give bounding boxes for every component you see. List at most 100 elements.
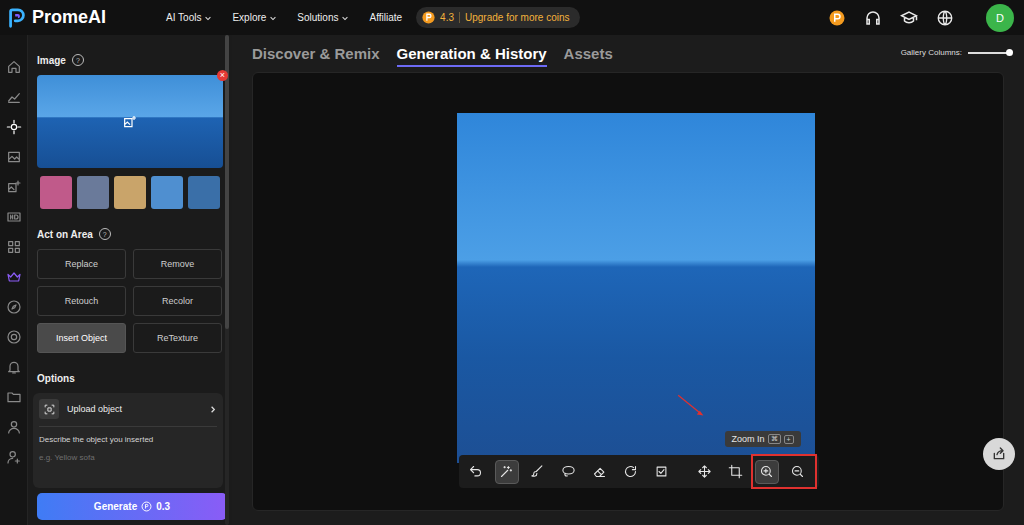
- upgrade-text: Upgrade for more coins: [459, 12, 570, 23]
- toolbar-button[interactable]: [724, 460, 748, 484]
- generate-label: Generate: [94, 501, 137, 512]
- toolbar-button[interactable]: [755, 460, 779, 484]
- action-button[interactable]: Replace: [37, 249, 126, 279]
- toolbar-button[interactable]: [786, 460, 810, 484]
- shortcut-key: +: [784, 435, 794, 444]
- user-settings-icon: [6, 449, 22, 465]
- options-card: Upload objectDescribe the object you ins…: [33, 393, 223, 488]
- nav-item[interactable]: Solutions: [297, 12, 349, 23]
- tab-bar: Discover & Remix Generation & History Asse…: [252, 45, 613, 67]
- crop-icon: [728, 464, 743, 479]
- toolbar-button[interactable]: [619, 460, 643, 484]
- upgrade-pill[interactable]: 4.3 Upgrade for more coins: [416, 7, 579, 28]
- home-icon: [6, 59, 22, 75]
- gallery-columns-label: Gallery Columns:: [901, 48, 962, 57]
- tab[interactable]: Generation & History: [397, 45, 547, 67]
- generate-button[interactable]: Generate0.3: [37, 493, 227, 520]
- rail-item[interactable]: [6, 209, 22, 225]
- graduation-cap-icon[interactable]: [900, 9, 918, 27]
- help-icon[interactable]: ?: [72, 54, 84, 66]
- rail-item[interactable]: [6, 419, 22, 435]
- rail-item[interactable]: [6, 119, 22, 135]
- chevron-right-icon: [208, 405, 217, 414]
- lasso-icon: [561, 464, 576, 479]
- logo[interactable]: PromeAI: [6, 7, 106, 29]
- sample-thumbnail[interactable]: [188, 176, 220, 209]
- upload-object-label: Upload object: [67, 404, 200, 414]
- compass-icon: [6, 299, 22, 315]
- nav-item[interactable]: AI Tools: [166, 12, 212, 23]
- action-grid: ReplaceRemoveRetouchRecolorInsert Object…: [37, 249, 223, 353]
- edit-panel: Image?×Act on Area?ReplaceRemoveRetouchR…: [28, 35, 232, 525]
- toolbar-button[interactable]: [495, 460, 519, 484]
- action-button[interactable]: Remove: [133, 249, 222, 279]
- toolbar-button[interactable]: [464, 460, 488, 484]
- sample-thumbnail[interactable]: [40, 176, 72, 209]
- rail-item[interactable]: [6, 359, 22, 375]
- crown-icon: [6, 269, 22, 285]
- toolbar-button[interactable]: [557, 460, 581, 484]
- tab[interactable]: Discover & Remix: [252, 45, 380, 67]
- share-button[interactable]: [983, 438, 1015, 470]
- help-icon[interactable]: ?: [99, 228, 111, 240]
- action-button[interactable]: Recolor: [133, 286, 222, 316]
- redo-icon: [623, 464, 638, 479]
- coin-icon: [422, 11, 435, 24]
- user-icon: [6, 419, 22, 435]
- rail-item[interactable]: [6, 269, 22, 285]
- upload-object-row[interactable]: Upload object: [39, 399, 217, 427]
- hd-icon: [6, 209, 22, 225]
- section-title: Act on Area: [37, 229, 93, 240]
- eraser-icon: [592, 464, 607, 479]
- magic-wand-icon: [499, 464, 514, 479]
- chevron-down-icon: [341, 14, 349, 22]
- headset-icon[interactable]: [864, 9, 882, 27]
- rail-item[interactable]: [6, 89, 22, 105]
- action-button[interactable]: Retouch: [37, 286, 126, 316]
- rail-item[interactable]: [6, 449, 22, 465]
- top-bar: PromeAI AI Tools Explore Solutions Affiliate…: [0, 0, 1024, 35]
- nav-label: Affiliate: [369, 12, 402, 23]
- toolbar-button[interactable]: [526, 460, 550, 484]
- rail-item[interactable]: [6, 149, 22, 165]
- folder-icon: [6, 389, 22, 405]
- coin-balance: 4.3: [440, 12, 454, 23]
- undo-icon: [468, 464, 483, 479]
- nav-item[interactable]: Affiliate: [369, 12, 402, 23]
- main-area: Discover & Remix Generation & History Asse…: [232, 35, 1024, 525]
- tab[interactable]: Assets: [564, 45, 613, 67]
- rail-item[interactable]: [6, 299, 22, 315]
- sample-thumbnail[interactable]: [77, 176, 109, 209]
- rail-item[interactable]: [6, 239, 22, 255]
- nav-label: AI Tools: [166, 12, 201, 23]
- rail-item[interactable]: [6, 329, 22, 345]
- move-icon: [697, 464, 712, 479]
- result-image[interactable]: [457, 113, 815, 463]
- slider-knob[interactable]: [1006, 49, 1013, 56]
- main-header: Discover & Remix Generation & History Asse…: [252, 35, 1004, 72]
- toolbar-button[interactable]: [588, 460, 612, 484]
- rail-item[interactable]: [6, 59, 22, 75]
- source-image[interactable]: ×: [37, 75, 223, 168]
- toolbar-button[interactable]: [693, 460, 717, 484]
- sample-thumbnail[interactable]: [114, 176, 146, 209]
- remove-image-button[interactable]: ×: [217, 70, 228, 81]
- toolbar-button[interactable]: [650, 460, 674, 484]
- nav-item[interactable]: Explore: [232, 12, 277, 23]
- globe-icon[interactable]: [936, 9, 954, 27]
- panel-scrollbar[interactable]: [225, 35, 229, 525]
- zoom-in-tooltip: Zoom In⌘+: [725, 431, 801, 447]
- image-stage: Zoom In⌘+: [457, 113, 815, 463]
- rail-item[interactable]: [6, 179, 22, 195]
- annotation-arrow-icon: [677, 393, 725, 431]
- action-button[interactable]: Insert Object: [37, 323, 126, 353]
- describe-input[interactable]: e.g. Yellow sofa: [39, 453, 217, 462]
- gallery-columns-slider[interactable]: [968, 52, 1012, 54]
- scan-object-icon: [43, 403, 56, 416]
- rail-item[interactable]: [6, 389, 22, 405]
- user-avatar[interactable]: D: [986, 4, 1014, 32]
- coin-icon[interactable]: [828, 9, 846, 27]
- edit-tools-icon: [6, 119, 22, 135]
- action-button[interactable]: ReTexture: [133, 323, 222, 353]
- sample-thumbnail[interactable]: [151, 176, 183, 209]
